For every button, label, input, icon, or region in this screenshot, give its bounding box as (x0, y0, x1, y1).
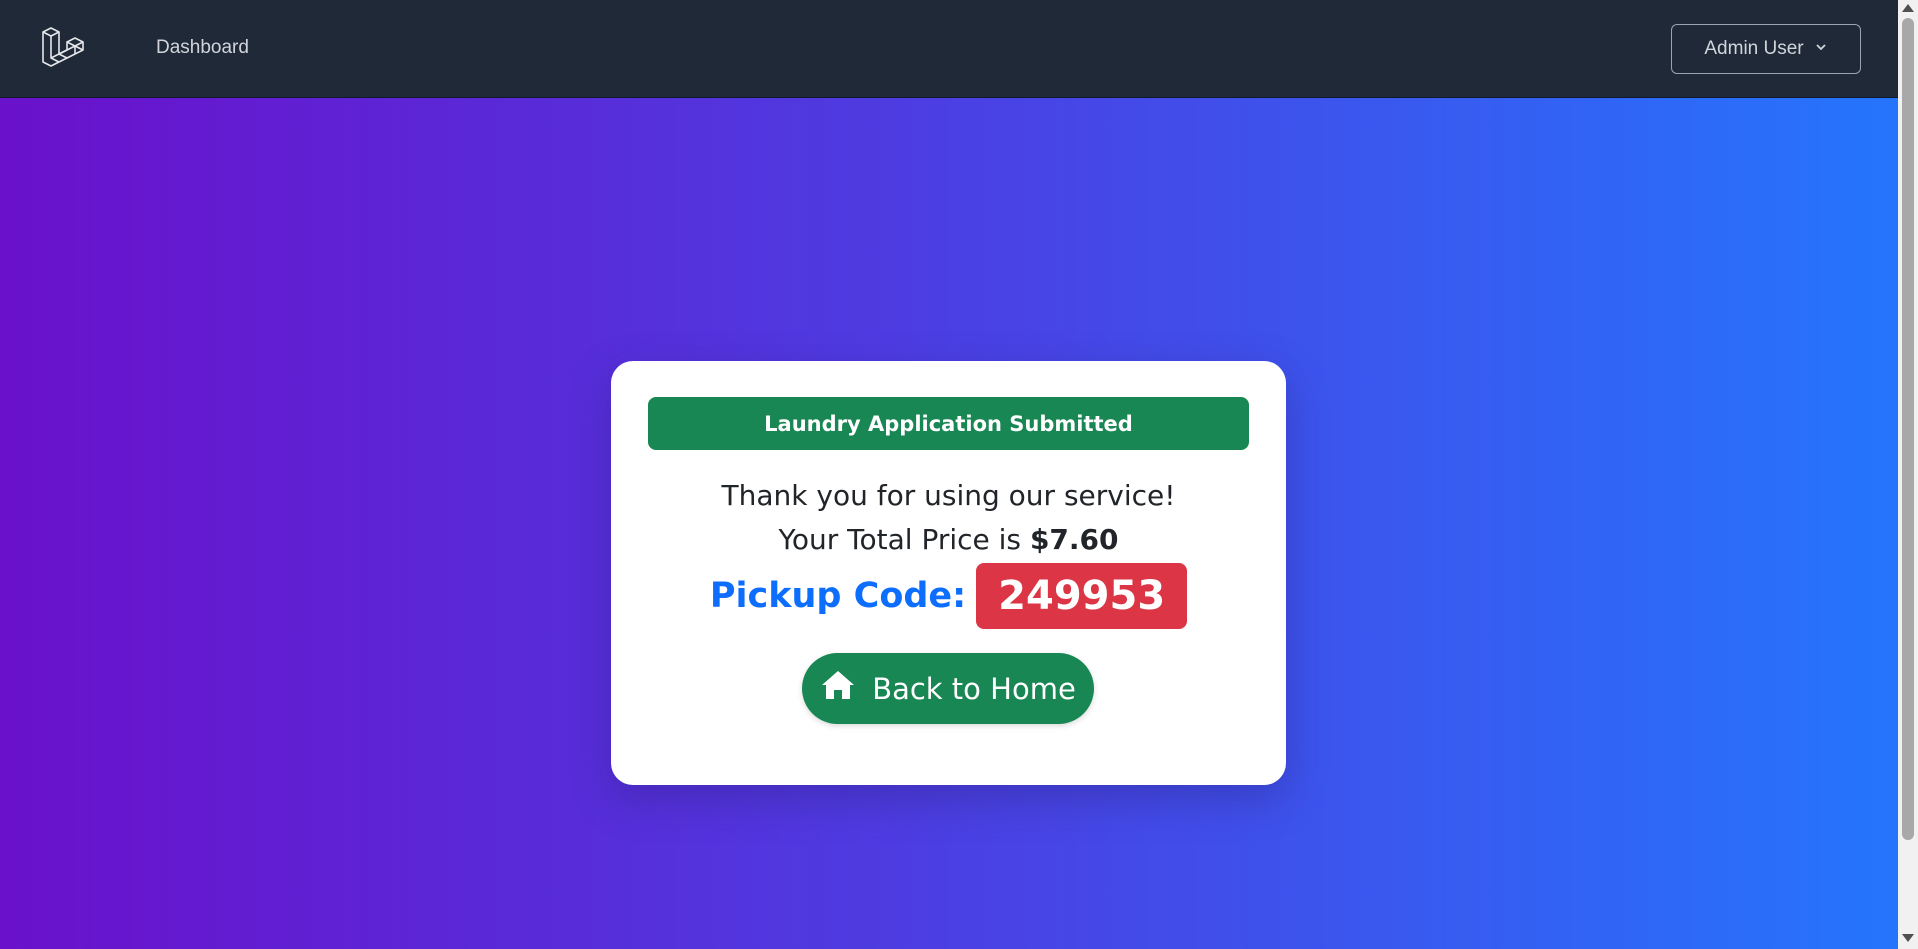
scroll-down-arrow-icon[interactable] (1902, 934, 1914, 942)
pickup-code-label: Pickup Code: (709, 576, 967, 616)
thank-you-message: Thank you for using our service! (721, 479, 1176, 512)
pickup-code-badge: 249953 (976, 563, 1188, 629)
back-to-home-label: Back to Home (872, 671, 1076, 706)
vertical-scrollbar[interactable] (1898, 0, 1918, 949)
user-menu-dropdown[interactable]: Admin User (1671, 24, 1861, 74)
price-prefix: Your Total Price is (778, 523, 1022, 556)
submission-card: Laundry Application Submitted Thank you … (611, 361, 1286, 785)
scrollbar-thumb[interactable] (1902, 18, 1914, 840)
app-page: Dashboard Admin User Laundry Application… (0, 0, 1918, 949)
pickup-code-row: Pickup Code: 249953 (611, 563, 1286, 629)
scroll-up-arrow-icon[interactable] (1902, 4, 1914, 12)
total-price-line: Your Total Price is $7.60 (611, 523, 1286, 556)
user-name: Admin User (1704, 38, 1804, 59)
laravel-logo-icon[interactable] (40, 24, 90, 74)
price-value: $7.60 (1029, 523, 1119, 556)
back-to-home-button[interactable]: Back to Home (802, 653, 1094, 724)
chevron-down-icon (1814, 38, 1828, 60)
home-icon (820, 669, 856, 708)
gradient-main-area: Laundry Application Submitted Thank you … (0, 98, 1898, 949)
top-navigation-bar: Dashboard Admin User (0, 0, 1898, 98)
success-alert: Laundry Application Submitted (648, 397, 1249, 450)
nav-link-dashboard[interactable]: Dashboard (156, 37, 249, 59)
